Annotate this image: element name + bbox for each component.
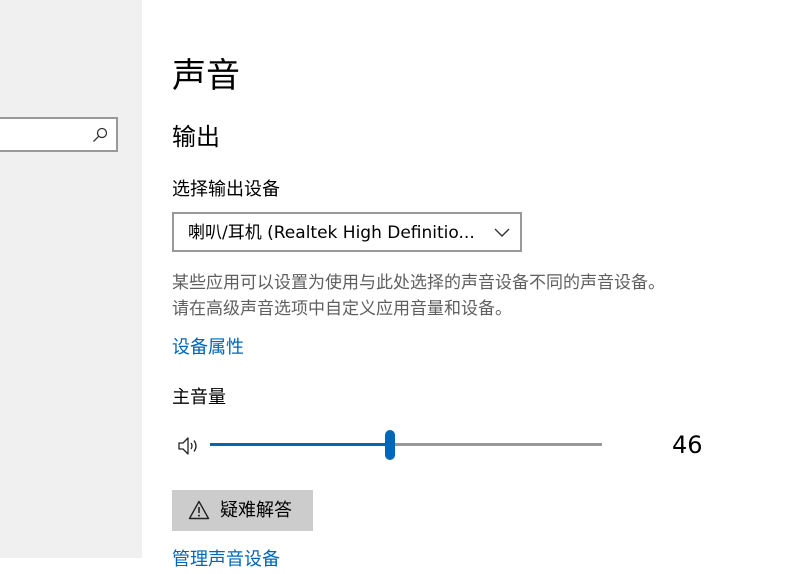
master-volume-label: 主音量 [172, 387, 226, 408]
slider-fill [210, 443, 390, 446]
troubleshoot-label: 疑难解答 [220, 500, 292, 520]
master-volume-slider[interactable] [210, 428, 602, 462]
output-description-line-2: 请在高级声音选项中自定义应用音量和设备。 [172, 299, 512, 319]
master-volume-value: 46 [672, 431, 703, 459]
device-properties-link[interactable]: 设备属性 [172, 334, 244, 362]
main-content: 声音 输出 选择输出设备 喇叭/耳机 (Realtek High Definit… [0, 0, 805, 570]
warning-icon [188, 500, 210, 520]
output-description-line-1: 某些应用可以设置为使用与此处选择的声音设备不同的声音设备。 [172, 273, 665, 293]
output-section-title: 输出 [172, 123, 220, 151]
output-device-label: 选择输出设备 [172, 179, 280, 200]
manage-sound-devices-link[interactable]: 管理声音设备 [172, 546, 280, 574]
page-title: 声音 [172, 56, 240, 96]
troubleshoot-button[interactable]: 疑难解答 [172, 490, 313, 531]
output-device-selected: 喇叭/耳机 (Realtek High Definitio... [188, 223, 475, 243]
output-description: 某些应用可以设置为使用与此处选择的声音设备不同的声音设备。 请在高级声音选项中自… [172, 270, 772, 322]
speaker-icon[interactable] [177, 436, 201, 456]
chevron-down-icon [494, 228, 510, 237]
slider-thumb[interactable] [385, 430, 395, 460]
output-device-select[interactable]: 喇叭/耳机 (Realtek High Definitio... [172, 212, 522, 252]
